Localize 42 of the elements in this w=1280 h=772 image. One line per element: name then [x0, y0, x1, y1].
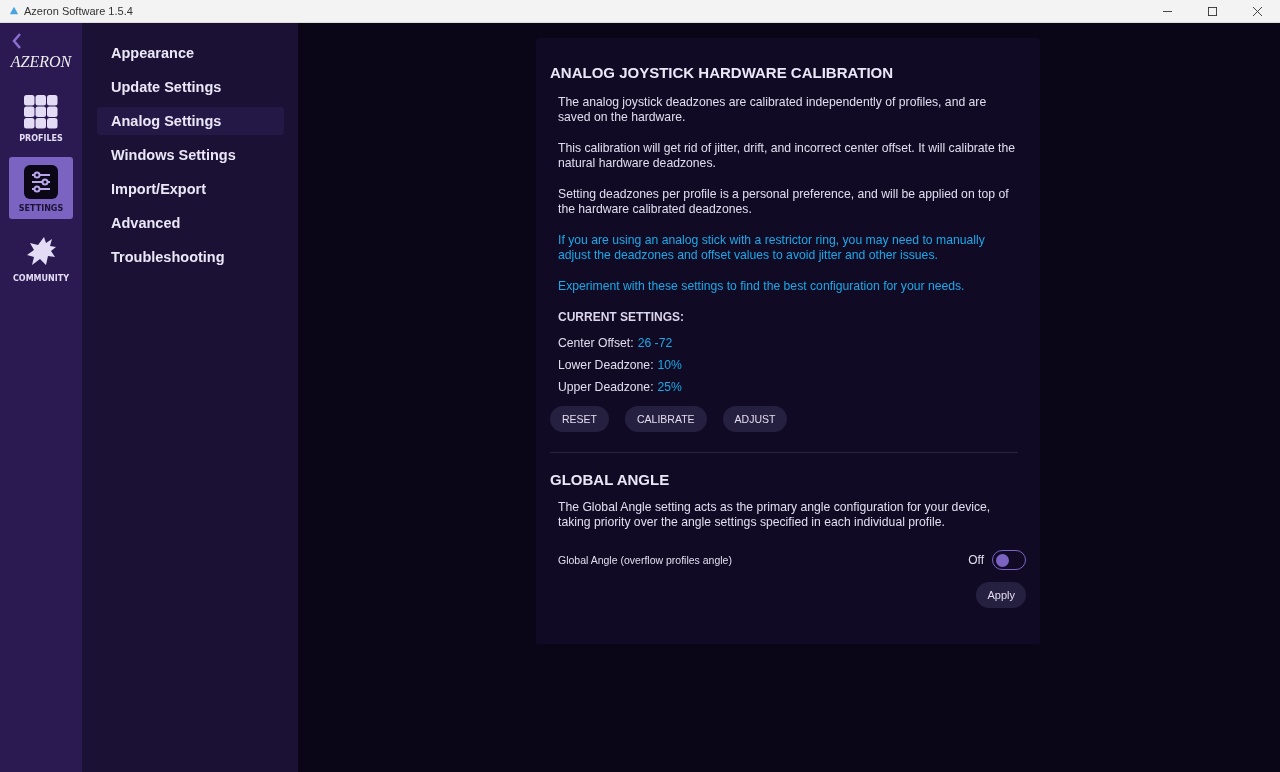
menu-item[interactable]: Analog Settings — [97, 107, 284, 135]
toggle-state: Off — [968, 553, 984, 567]
menu-item[interactable]: Update Settings — [97, 73, 284, 101]
paragraph: The analog joystick deadzones are calibrated independently of profiles, and are saved on the hardware. — [558, 95, 988, 125]
grid-icon — [24, 95, 58, 129]
window-title: Azeron Software 1.5.4 — [24, 5, 133, 17]
rail-item-label: PROFILES — [19, 134, 63, 143]
app-icon — [9, 6, 19, 16]
rail-item[interactable]: COMMUNITY — [9, 227, 73, 289]
toggle-label: Global Angle (overflow profiles angle) — [558, 554, 733, 566]
menu-item[interactable]: Troubleshooting — [97, 243, 284, 271]
setting-label: Lower Deadzone: — [558, 358, 654, 372]
paragraph: Setting deadzones per profile is a personal preference, and will be applied on top of the hardware calibrated deadzones. — [558, 187, 1010, 217]
rail-item[interactable]: PROFILES — [9, 87, 73, 149]
section-title: GLOBAL ANGLE — [550, 471, 671, 488]
toggle-switch[interactable] — [992, 550, 1026, 570]
action-button[interactable]: RESET — [550, 406, 609, 432]
subheading: CURRENT SETTINGS: — [558, 310, 685, 324]
sliders-icon — [24, 165, 58, 199]
menu-item[interactable]: Appearance — [97, 39, 284, 67]
paragraph: This calibration will get rid of jitter, drift, and incorrect center offset. It will calibrate the natural hardware deadzones. — [558, 141, 1016, 171]
action-button[interactable]: CALIBRATE — [625, 406, 707, 432]
section-title: ANALOG JOYSTICK HARDWARE CALIBRATION — [550, 64, 895, 81]
setting-label: Center Offset: — [558, 336, 634, 350]
maximize-icon[interactable] — [1208, 6, 1217, 16]
setting-value: 26 -72 — [637, 336, 673, 350]
close-icon[interactable] — [1253, 6, 1262, 16]
action-button[interactable]: ADJUST — [722, 406, 788, 432]
menu-item[interactable]: Import/Export — [97, 175, 284, 203]
rail-item-label: COMMUNITY — [13, 274, 69, 283]
apply-button[interactable]: Apply — [976, 582, 1026, 608]
rail-item-label: SETTINGS — [18, 204, 64, 213]
logo-text: AZERON — [10, 53, 72, 71]
setting-value: 10% — [657, 358, 682, 372]
setting-label: Upper Deadzone: — [558, 380, 654, 394]
menu-item[interactable]: Advanced — [97, 209, 284, 237]
paragraph: Experiment with these settings to find the best configuration for your needs. — [558, 279, 966, 294]
menu-item[interactable]: Windows Settings — [97, 141, 284, 169]
rail-item[interactable]: SETTINGS — [9, 157, 73, 219]
paragraph: The Global Angle setting acts as the primary angle configuration for your device, taking priority over the angle settings specified in each individual profile. — [557, 500, 992, 530]
setting-value: 25% — [657, 380, 682, 394]
paragraph: If you are using an analog stick with a restrictor ring, you may need to manually adjust the deadzones and offset values to avoid jitter and other issues. — [558, 233, 986, 263]
